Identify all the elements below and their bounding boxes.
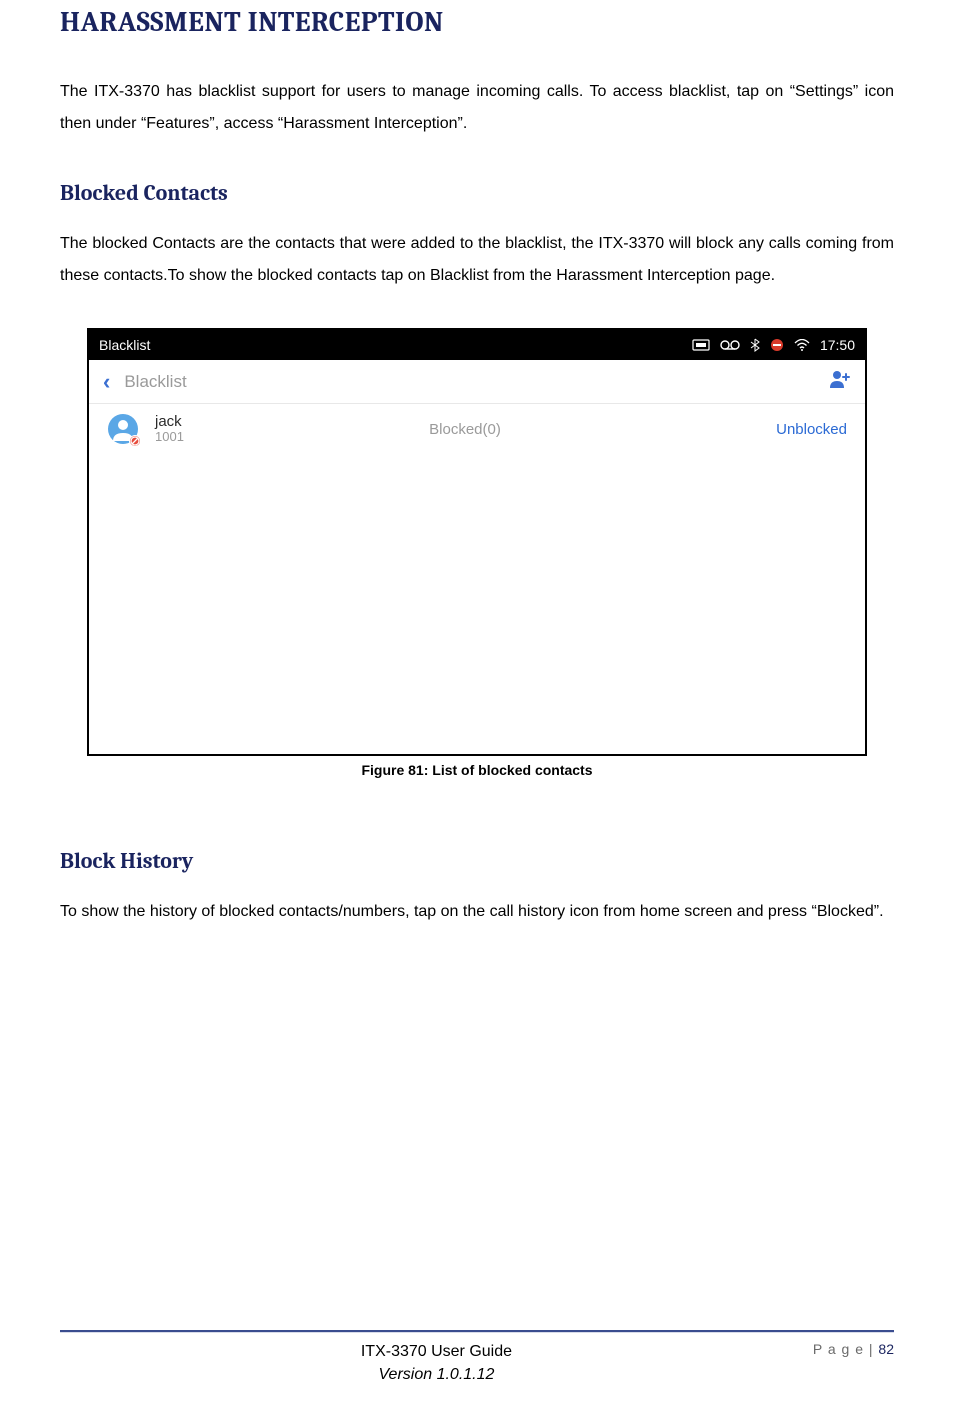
footer-page-number: P a g e | 82 bbox=[813, 1339, 894, 1357]
section-block-history-heading: Block History bbox=[60, 848, 894, 874]
section-block-history-paragraph: To show the history of blocked contacts/… bbox=[60, 896, 894, 928]
screenshot-empty-area bbox=[89, 454, 865, 754]
back-icon[interactable]: ‹ bbox=[103, 369, 110, 395]
screenshot-status-bar: Blacklist 17:50 bbox=[89, 330, 865, 360]
section-blocked-contacts-paragraph: The blocked Contacts are the contacts th… bbox=[60, 228, 894, 292]
contact-info: jack 1001 bbox=[155, 414, 184, 445]
unblocked-link[interactable]: Unblocked bbox=[776, 421, 847, 438]
screenshot-subtitle: Blacklist bbox=[124, 372, 186, 392]
add-contact-icon[interactable] bbox=[829, 369, 851, 394]
footer-version: Version 1.0.1.12 bbox=[60, 1364, 813, 1386]
intro-paragraph: The ITX-3370 has blacklist support for u… bbox=[60, 76, 894, 140]
contact-name: jack bbox=[155, 414, 184, 431]
wifi-icon bbox=[794, 339, 810, 351]
hdmi-icon bbox=[692, 339, 710, 351]
figure-blocked-contacts: Blacklist 17:50 bbox=[87, 328, 867, 778]
blacklist-row[interactable]: jack 1001 Blocked(0) Unblocked bbox=[89, 404, 865, 454]
blocked-count-label: Blocked(0) bbox=[184, 421, 776, 438]
page-footer: ITX-3370 User Guide Version 1.0.1.12 P a… bbox=[60, 1330, 894, 1386]
contact-number: 1001 bbox=[155, 430, 184, 444]
dnd-icon bbox=[770, 338, 784, 352]
figure-caption: Figure 81: List of blocked contacts bbox=[87, 762, 867, 778]
section-blocked-contacts-heading: Blocked Contacts bbox=[60, 180, 894, 206]
footer-doc-title: ITX-3370 User Guide bbox=[60, 1341, 813, 1363]
bluetooth-icon bbox=[750, 338, 760, 352]
voicemail-icon bbox=[720, 339, 740, 351]
status-icons: 17:50 bbox=[692, 337, 855, 353]
screenshot: Blacklist 17:50 bbox=[87, 328, 867, 756]
screenshot-header: ‹ Blacklist bbox=[89, 360, 865, 404]
screenshot-app-title: Blacklist bbox=[99, 337, 150, 353]
page-title: HARASSMENT INTERCEPTION bbox=[60, 6, 894, 38]
contact-avatar-icon bbox=[107, 413, 139, 445]
blocked-badge-icon bbox=[129, 435, 141, 447]
status-time: 17:50 bbox=[820, 337, 855, 353]
